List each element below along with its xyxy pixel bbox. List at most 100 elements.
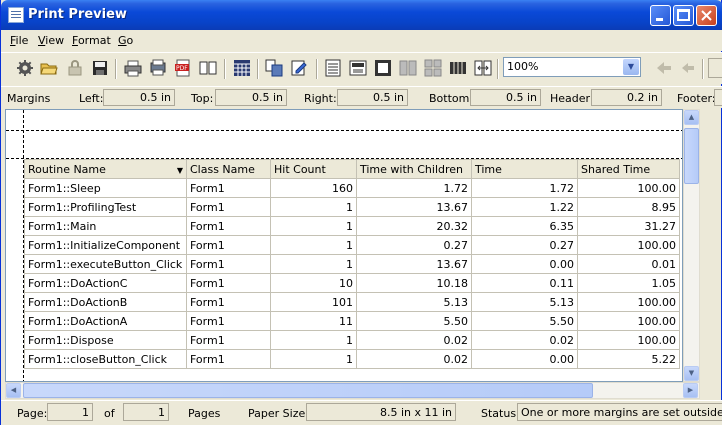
footer-margin-field[interactable]: [714, 89, 722, 106]
scroll-down-icon[interactable]: ▼: [684, 366, 699, 381]
hit-count-cell: 1: [270, 197, 357, 217]
table-row: Form1::executeButton_Click Form1 1 13.67 0.0…: [24, 254, 680, 274]
open-folder-icon[interactable]: [40, 59, 58, 77]
table-row: Form1::Sleep Form1 160 1.72 1.72 100.00: [24, 178, 680, 198]
routine-name-cell: Form1::ProfilingTest: [24, 197, 187, 217]
book-icon[interactable]: [199, 59, 217, 77]
previous-page-arrow-icon[interactable]: [679, 59, 697, 77]
time-cell: 1.72: [471, 178, 578, 198]
minimize-button[interactable]: [650, 5, 671, 26]
class-name-cell: Form1: [186, 311, 271, 331]
header-margin-field[interactable]: 0.2 in: [591, 89, 662, 106]
time-cell: 0.11: [471, 273, 578, 293]
page-setup-icon[interactable]: [265, 59, 283, 77]
shared-time-cell: 100.00: [577, 330, 680, 350]
routine-name-cell: Form1::Main: [24, 216, 187, 236]
hit-count-cell: 11: [270, 311, 357, 331]
class-name-cell: Form1: [186, 216, 271, 236]
two-pages-icon[interactable]: [399, 59, 417, 77]
footer-margin-label: Footer:: [677, 92, 716, 105]
print-setup-icon[interactable]: [149, 59, 167, 77]
routine-name-cell: Form1::closeButton_Click: [24, 349, 187, 369]
shared-time-cell: 5.22: [577, 349, 680, 369]
shared-time-cell: 31.27: [577, 216, 680, 236]
hit-count-cell: 1: [270, 216, 357, 236]
column-header-shared-time[interactable]: Shared Time: [577, 159, 680, 179]
chevron-down-icon[interactable]: ▼: [623, 59, 639, 75]
svg-text:PDF: PDF: [176, 65, 188, 72]
routine-name-cell: Form1::DoActionA: [24, 311, 187, 331]
scroll-right-icon[interactable]: ▶: [683, 383, 698, 398]
settings-gear-icon[interactable]: [16, 59, 34, 77]
time-with-children-cell: 5.13: [356, 292, 472, 312]
class-name-cell: Form1: [186, 235, 271, 255]
left-margin-field[interactable]: 0.5 in: [103, 89, 175, 106]
close-icon: [701, 10, 712, 21]
grid-layout-icon[interactable]: [233, 59, 251, 77]
paper-size-field: 8.5 in x 11 in: [306, 403, 456, 421]
current-page-field[interactable]: 1: [47, 403, 93, 421]
vertical-scroll-thumb[interactable]: [684, 128, 699, 184]
zoom-value: 100%: [507, 60, 539, 73]
close-button[interactable]: [696, 5, 717, 26]
routine-name-cell: Form1::DoActionC: [24, 273, 187, 293]
class-name-cell: Form1: [186, 349, 271, 369]
toolbar-separator: [115, 59, 117, 79]
export-pdf-icon[interactable]: PDF: [174, 59, 192, 77]
routine-name-cell: Form1::DoActionB: [24, 292, 187, 312]
pages-label: Pages: [188, 407, 221, 420]
scroll-left-icon[interactable]: ◀: [6, 383, 21, 398]
scroll-up-icon[interactable]: ▲: [684, 110, 699, 125]
column-header-hit-count[interactable]: Hit Count: [270, 159, 357, 179]
horizontal-scrollbar[interactable]: ◀ ▶: [5, 382, 700, 399]
whole-page-icon[interactable]: [374, 59, 392, 77]
column-header-time-with-children[interactable]: Time with Children: [356, 159, 472, 179]
zoom-fit-icon[interactable]: [474, 59, 492, 77]
print-icon[interactable]: [124, 59, 142, 77]
time-cell: 1.22: [471, 197, 578, 217]
status-label: Status:: [481, 407, 520, 420]
time-with-children-cell: 0.27: [356, 235, 472, 255]
menu-view[interactable]: View: [38, 34, 64, 47]
table-row: Form1::InitializeComponent Form1 1 0.27 0.27…: [24, 235, 680, 255]
title-bar[interactable]: Print Preview: [1, 0, 722, 30]
routine-name-cell: Form1::InitializeComponent: [24, 235, 187, 255]
right-margin-field[interactable]: 0.5 in: [337, 89, 408, 106]
total-pages-field: 1: [123, 403, 169, 421]
table-row: Form1::DoActionB Form1 101 5.13 5.13 100.00: [24, 292, 680, 312]
menu-format[interactable]: Format: [72, 34, 111, 47]
column-header-routine-name[interactable]: Routine Name ▼: [24, 159, 187, 179]
shared-time-cell: 0.01: [577, 254, 680, 274]
column-header-time[interactable]: Time: [471, 159, 578, 179]
single-page-icon[interactable]: [324, 59, 342, 77]
page-width-icon[interactable]: [349, 59, 367, 77]
four-pages-icon[interactable]: [424, 59, 442, 77]
menu-file[interactable]: File: [10, 34, 28, 47]
top-margin-field[interactable]: 0.5 in: [215, 89, 287, 106]
menu-view-label: iew: [45, 34, 65, 47]
page-edit-icon[interactable]: [290, 59, 308, 77]
hit-count-cell: 1: [270, 330, 357, 350]
top-margin-label: Top:: [191, 92, 214, 105]
first-page-arrow-icon[interactable]: [655, 59, 673, 77]
lock-icon[interactable]: [66, 59, 84, 77]
horizontal-scroll-thumb[interactable]: [23, 383, 593, 398]
top-margin-guide[interactable]: [6, 130, 682, 131]
toolbar-separator: [316, 59, 318, 79]
page-number-field-partial[interactable]: [708, 58, 722, 78]
multi-pages-icon[interactable]: [449, 59, 467, 77]
bottom-margin-field[interactable]: 0.5 in: [470, 89, 541, 106]
vertical-scrollbar[interactable]: ▲ ▼: [683, 109, 700, 382]
status-bar: Page: 1 of 1 Pages Paper Size: 8.5 in x …: [1, 400, 722, 425]
maximize-button[interactable]: [673, 5, 694, 26]
table-row: Form1::DoActionC Form1 10 10.18 0.11 1.05: [24, 273, 680, 293]
time-with-children-cell: 5.50: [356, 311, 472, 331]
header-margin-label: Header:: [550, 92, 594, 105]
zoom-dropdown[interactable]: 100% ▼: [503, 57, 641, 77]
menu-go[interactable]: Go: [118, 34, 133, 47]
save-icon[interactable]: [91, 59, 109, 77]
preview-page[interactable]: Routine Name ▼ Class Name Hit Count Time …: [5, 109, 683, 382]
profiling-table: Routine Name ▼ Class Name Hit Count Time …: [24, 159, 680, 369]
routine-name-cell: Form1::executeButton_Click: [24, 254, 187, 274]
column-header-class-name[interactable]: Class Name: [186, 159, 271, 179]
